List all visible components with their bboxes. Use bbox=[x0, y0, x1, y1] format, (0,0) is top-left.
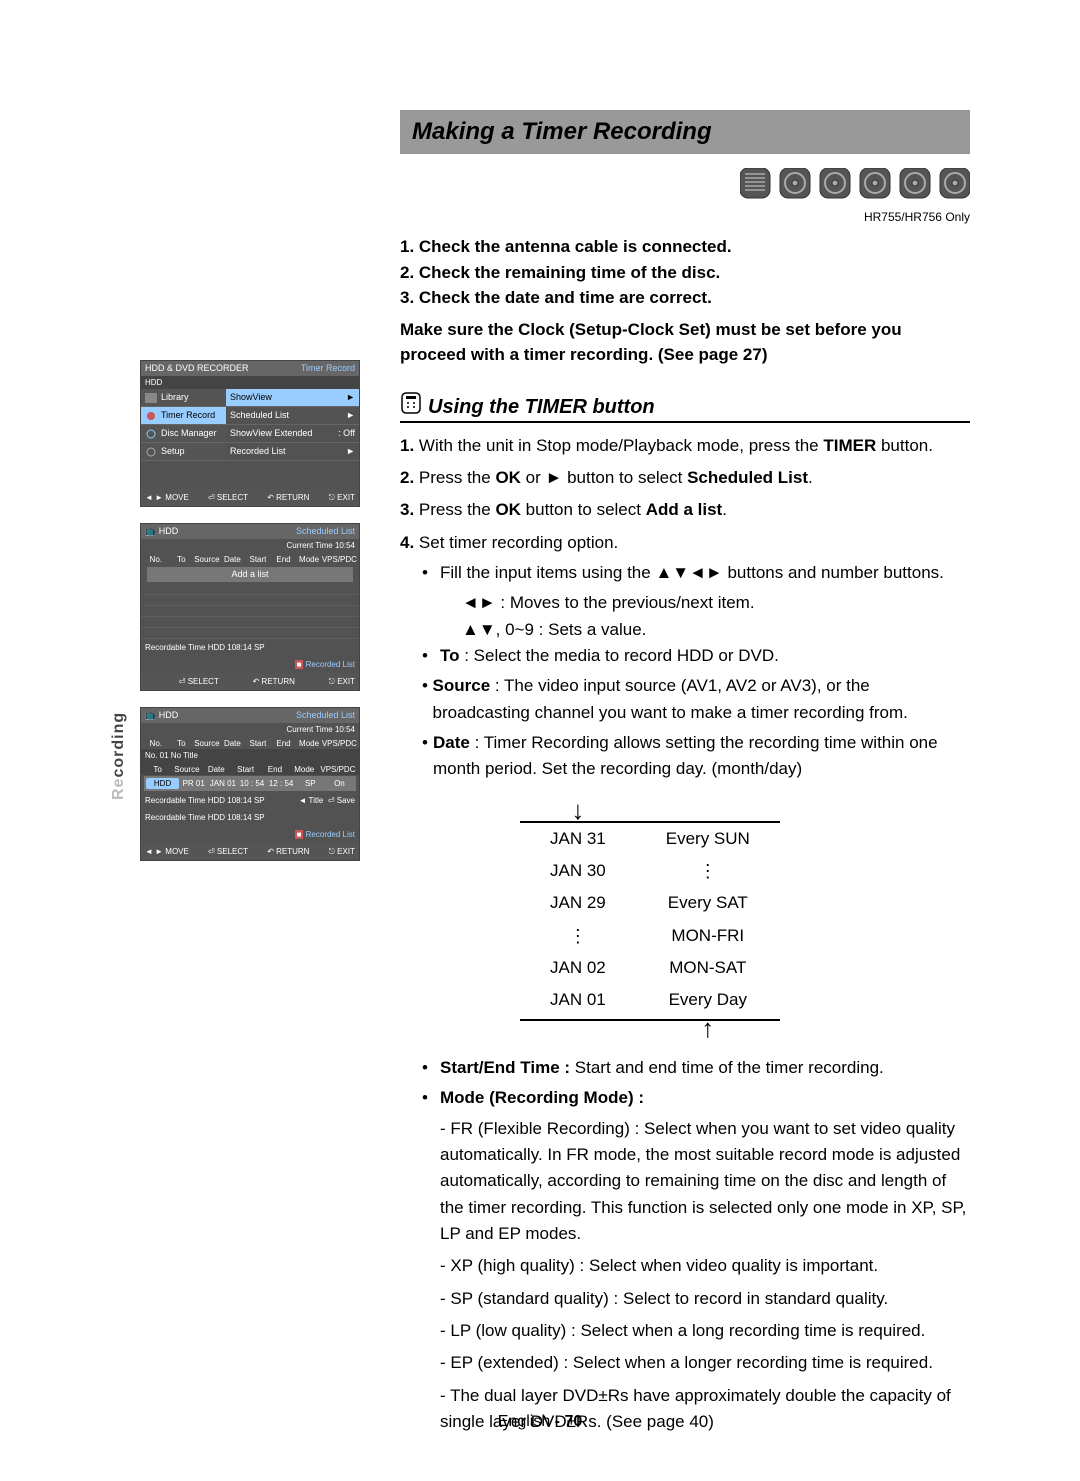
osd-scheduled-list-empty: 📺 HDDScheduled List Current Time 10:54 N… bbox=[140, 523, 360, 691]
prereq-step-1: 1. Check the antenna cable is connected. bbox=[400, 234, 970, 260]
bullet-fill: Fill the input items using the ▲▼◄► butt… bbox=[440, 560, 944, 586]
manual-page: Recording Recording Making a Timer Recor… bbox=[0, 0, 1080, 1481]
disc-label-hdd: HDD bbox=[749, 202, 763, 208]
prereq-step-3: 3. Check the date and time are correct. bbox=[400, 285, 970, 311]
page-title: Making a Timer Recording bbox=[400, 110, 970, 154]
step-1: 1. With the unit in Stop mode/Playback m… bbox=[400, 433, 970, 459]
mode-sp: - SP (standard quality) : Select to reco… bbox=[440, 1286, 970, 1312]
mode-ep: - EP (extended) : Select when a longer r… bbox=[440, 1350, 970, 1376]
prereq-step-2: 2. Check the remaining time of the disc. bbox=[400, 260, 970, 286]
page-footer: English - 70 bbox=[0, 1413, 1080, 1431]
svg-text:DVD-RW: DVD-RW bbox=[823, 202, 848, 208]
section-title: Using the TIMER button bbox=[428, 396, 655, 419]
disc-compatibility-icons: HDD DVD-RAM DVD-RW DVD-R DVD+RW DVD+R bbox=[400, 168, 970, 208]
mode-xp: - XP (high quality) : Select when video … bbox=[440, 1253, 970, 1279]
osd-scheduled-list-editing: 📺 HDDScheduled List Current Time 10:54 N… bbox=[140, 707, 360, 861]
svg-text:DVD+RW: DVD+RW bbox=[902, 202, 928, 208]
step-2: 2. Press the OK or ► button to select Sc… bbox=[400, 465, 970, 491]
osd-menu-screenshot: HDD & DVD RECORDERTimer Record HDD Libra… bbox=[140, 360, 360, 507]
date-scroll-diagram: ↓ JAN 31Every SUN JAN 30⋮ JAN 29Every SA… bbox=[520, 803, 780, 1037]
model-note: HR755/HR756 Only bbox=[400, 210, 970, 224]
step-3: 3. Press the OK button to select Add a l… bbox=[400, 497, 970, 523]
section-tab: Recording Recording bbox=[110, 712, 128, 800]
svg-text:DVD+R: DVD+R bbox=[945, 202, 966, 208]
mode-lp: - LP (low quality) : Select when a long … bbox=[440, 1318, 970, 1344]
osd-screenshots: HDD & DVD RECORDERTimer Record HDD Libra… bbox=[140, 360, 360, 877]
step-4-details: •Fill the input items using the ▲▼◄► but… bbox=[422, 560, 970, 783]
svg-text:DVD-R: DVD-R bbox=[866, 202, 886, 208]
procedure-steps: 1. With the unit in Stop mode/Playback m… bbox=[400, 433, 970, 1436]
remote-icon bbox=[400, 392, 422, 419]
prerequisite-list: 1. Check the antenna cable is connected.… bbox=[400, 234, 970, 368]
svg-text:DVD-RAM: DVD-RAM bbox=[781, 202, 809, 208]
section-heading: Using the TIMER button bbox=[400, 392, 970, 423]
step-4-details-continued: •Start/End Time : Start and end time of … bbox=[422, 1055, 970, 1435]
step-4: 4. Set timer recording option. bbox=[400, 530, 970, 556]
sub-bullet-lr: ◄► : Moves to the previous/next item. bbox=[462, 590, 970, 616]
mode-fr: - FR (Flexible Recording) : Select when … bbox=[440, 1116, 970, 1248]
main-content: Making a Timer Recording HDD DVD-RAM DVD… bbox=[400, 110, 970, 1436]
prereq-note: Make sure the Clock (Setup-Clock Set) mu… bbox=[400, 317, 970, 368]
sub-bullet-ud: ▲▼, 0~9 : Sets a value. bbox=[462, 617, 970, 643]
